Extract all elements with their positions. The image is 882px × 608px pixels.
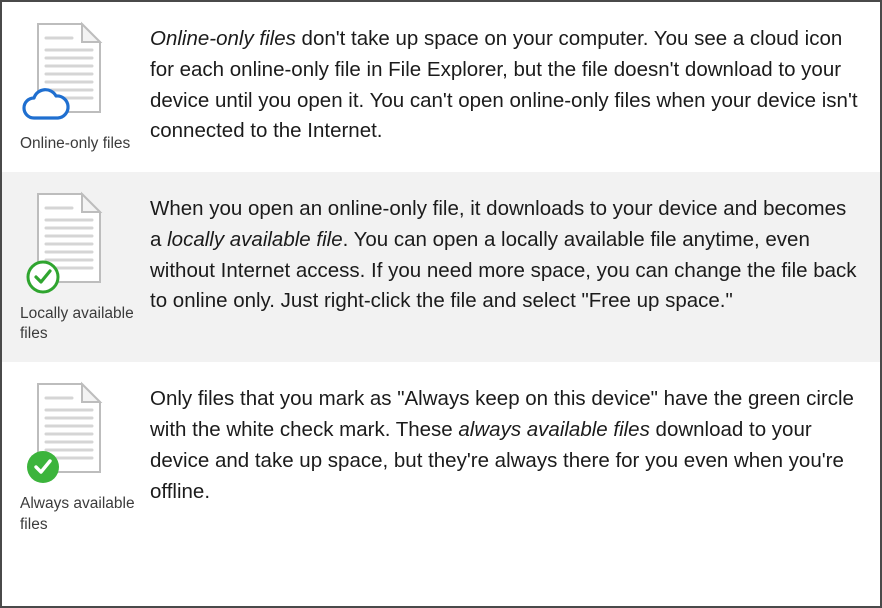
desc-locally-em: locally available file [167,228,342,251]
desc-locally-available: When you open an online-only file, it do… [150,190,858,317]
desc-online-only-em: Online-only files [150,27,296,50]
icon-col-always-available: Always available files [20,380,150,534]
row-online-only: Online-only files Online-only files don'… [2,2,880,172]
caption-always-available: Always available files [20,494,140,534]
row-always-available: Always available files Only files that y… [2,362,880,552]
caption-online-only: Online-only files [20,134,130,154]
file-check-solid-icon [20,380,110,486]
row-locally-available: Locally available files When you open an… [2,172,880,362]
desc-online-only: Online-only files don't take up space on… [150,20,858,147]
desc-always-available: Only files that you mark as "Always keep… [150,380,858,507]
file-check-outline-icon [20,190,110,296]
file-cloud-icon [20,20,110,126]
icon-col-locally-available: Locally available files [20,190,150,344]
caption-locally-available: Locally available files [20,304,140,344]
icon-col-online-only: Online-only files [20,20,150,154]
desc-always-em: always available files [458,418,649,441]
